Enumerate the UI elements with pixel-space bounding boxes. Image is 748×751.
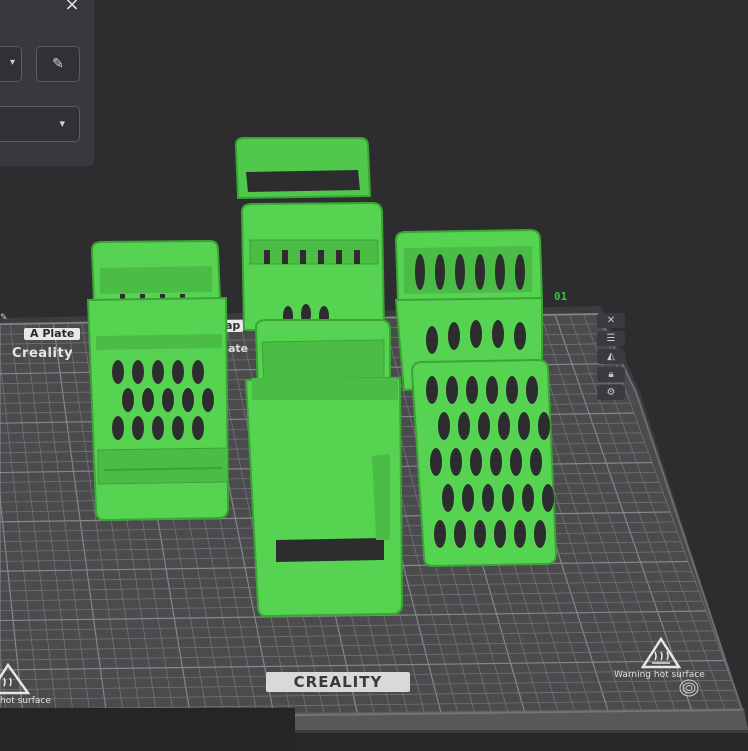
model-box-lid-top[interactable] [234,137,372,200]
model-lattice-panel[interactable] [410,358,558,568]
model-basket-left[interactable] [86,239,230,522]
model-box-front[interactable] [244,319,404,618]
model-group[interactable] [0,0,748,751]
model-basket-middle[interactable] [240,201,386,331]
3d-viewport[interactable]: × ▾ ✎ ▾ A Plate ap ate 01 Creality CREAL… [0,0,748,751]
